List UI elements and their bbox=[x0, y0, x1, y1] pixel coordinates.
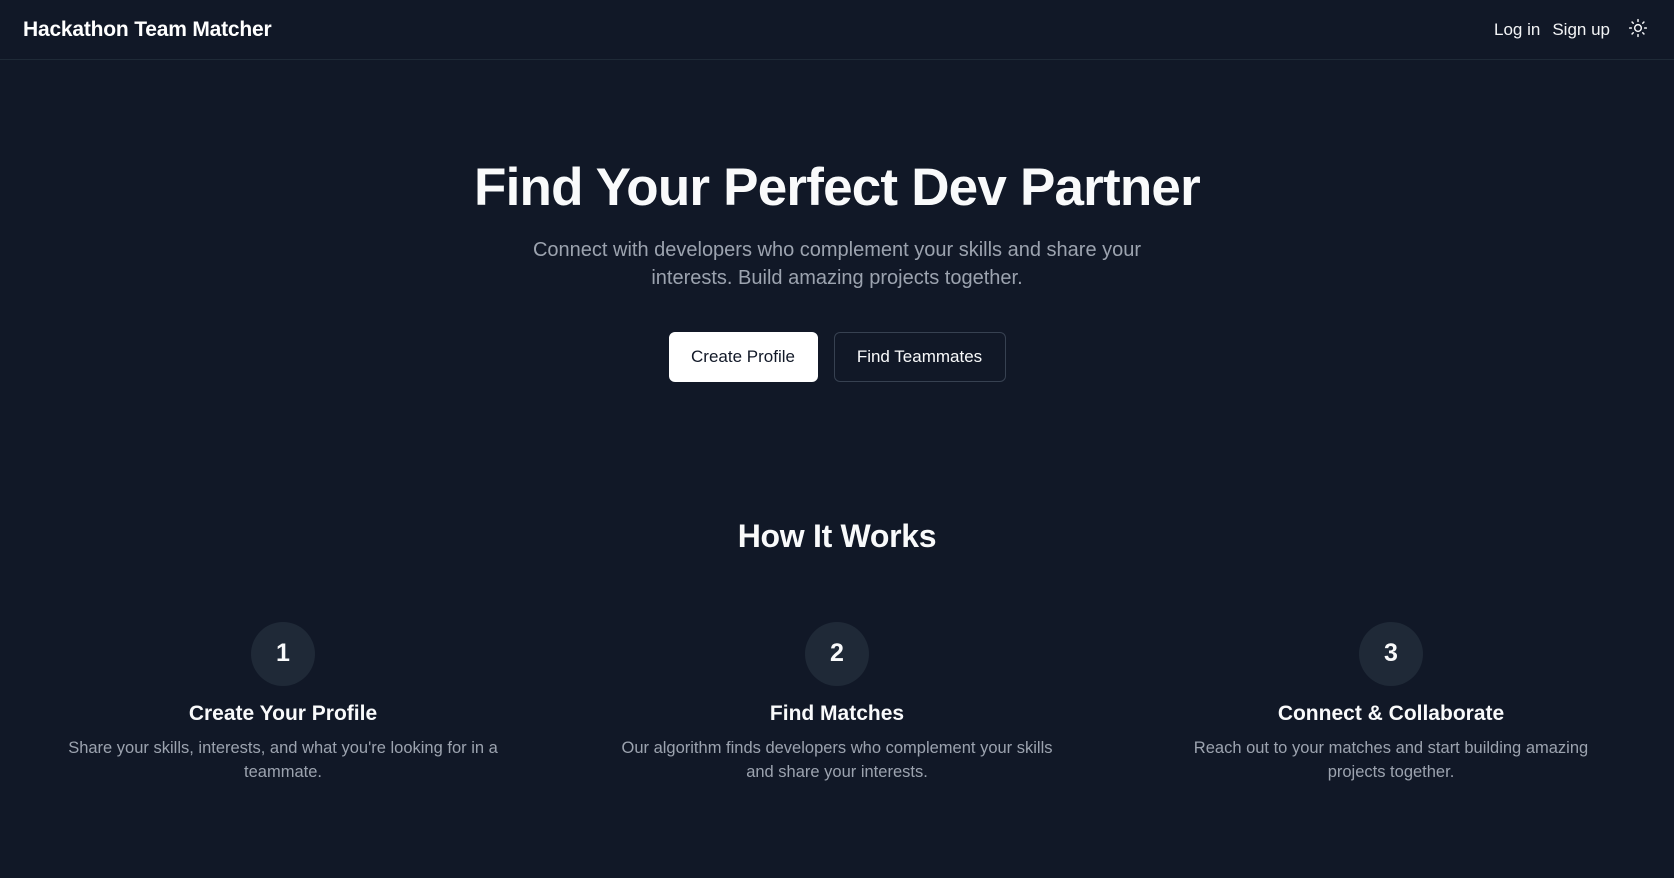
step-card: 3 Connect & Collaborate Reach out to you… bbox=[1161, 621, 1621, 784]
step-card: 1 Create Your Profile Share your skills,… bbox=[53, 621, 513, 784]
top-navbar: Hackathon Team Matcher Log in Sign up bbox=[0, 0, 1674, 60]
main-content: Find Your Perfect Dev Partner Connect wi… bbox=[0, 60, 1674, 784]
theme-toggle-button[interactable] bbox=[1625, 17, 1651, 43]
signup-link[interactable]: Sign up bbox=[1552, 20, 1610, 40]
nav-actions: Log in Sign up bbox=[1494, 17, 1651, 43]
hero-actions: Create Profile Find Teammates bbox=[0, 331, 1674, 382]
login-link[interactable]: Log in bbox=[1494, 20, 1540, 40]
hero-title: Find Your Perfect Dev Partner bbox=[474, 158, 1201, 217]
hero-section: Find Your Perfect Dev Partner Connect wi… bbox=[0, 60, 1674, 382]
step-number-badge: 1 bbox=[251, 621, 315, 686]
step-description: Our algorithm finds developers who compl… bbox=[621, 738, 1053, 781]
step-title: Create Your Profile bbox=[188, 701, 378, 725]
step-number-badge: 2 bbox=[805, 621, 869, 686]
find-teammates-button[interactable]: Find Teammates bbox=[833, 331, 1006, 382]
create-profile-button[interactable]: Create Profile bbox=[668, 331, 818, 382]
how-it-works-section: How It Works 1 Create Your Profile Share… bbox=[0, 518, 1674, 784]
steps-list: 1 Create Your Profile Share your skills,… bbox=[53, 621, 1621, 784]
step-title: Find Matches bbox=[769, 701, 905, 725]
step-number-badge: 3 bbox=[1359, 621, 1423, 686]
step-description: Reach out to your matches and start buil… bbox=[1193, 738, 1589, 781]
step-description: Share your skills, interests, and what y… bbox=[68, 738, 498, 781]
hero-subtitle: Connect with developers who complement y… bbox=[532, 238, 1142, 289]
step-card: 2 Find Matches Our algorithm finds devel… bbox=[607, 621, 1067, 784]
sun-icon bbox=[1628, 18, 1648, 41]
how-it-works-title: How It Works bbox=[737, 517, 937, 554]
step-title: Connect & Collaborate bbox=[1277, 701, 1505, 725]
brand-logo-link[interactable]: Hackathon Team Matcher bbox=[23, 18, 272, 42]
